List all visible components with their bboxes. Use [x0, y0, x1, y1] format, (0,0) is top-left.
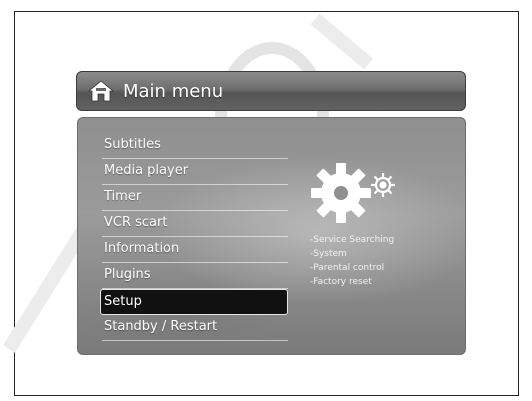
gear-icon — [311, 163, 371, 223]
home-icon — [87, 80, 115, 102]
watermark-stroke — [310, 13, 374, 70]
menu-item-setup[interactable]: Setup — [100, 289, 288, 315]
menu-item-plugins[interactable]: Plugins — [102, 263, 288, 289]
submenu-item-factory-reset: -Factory reset — [310, 277, 372, 287]
menu-item-subtitles[interactable]: Subtitles — [102, 133, 288, 159]
submenu-item-service-searching: -Service Searching — [310, 235, 395, 245]
page-title: Main menu — [123, 80, 224, 102]
menu-item-vcr-scart[interactable]: VCR scart — [102, 211, 288, 237]
menu-panel: Subtitles Media player Timer VCR scart I… — [77, 117, 466, 355]
menu-item-standby-restart[interactable]: Standby / Restart — [102, 315, 288, 341]
menu-item-timer[interactable]: Timer — [102, 185, 288, 211]
setup-submenu-list: -Service Searching -System -Parental con… — [310, 233, 394, 289]
submenu-item-system: -System — [310, 249, 347, 259]
menu-item-information[interactable]: Information — [102, 237, 288, 263]
menu-list: Subtitles Media player Timer VCR scart I… — [100, 133, 288, 341]
submenu-item-parental-control: -Parental control — [310, 263, 385, 273]
small-gear-icon — [371, 173, 395, 197]
menu-item-media-player[interactable]: Media player — [102, 159, 288, 185]
main-menu-header: Main menu — [76, 71, 466, 111]
